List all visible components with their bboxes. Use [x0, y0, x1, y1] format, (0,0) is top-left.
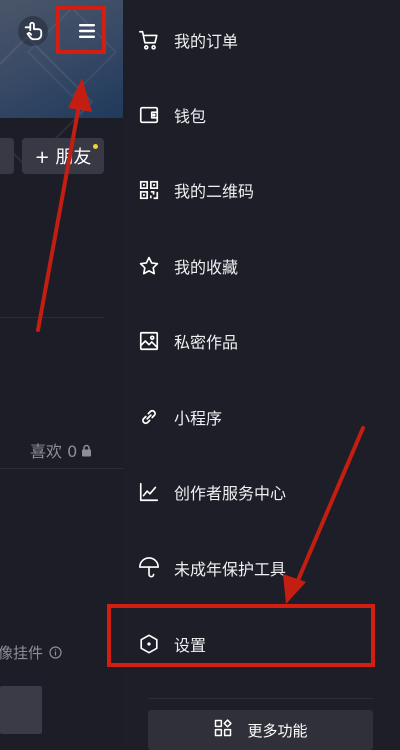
info-icon: [49, 646, 62, 659]
gesture-icon[interactable]: [18, 16, 48, 46]
content-thumbnail[interactable]: [0, 686, 42, 734]
mini-program-link-icon: [138, 406, 160, 428]
menu-item-label: 私密作品: [174, 333, 239, 352]
chart-icon: [138, 481, 160, 503]
menu-item-label: 我的订单: [174, 32, 239, 51]
divider: [0, 317, 104, 318]
add-friend-button[interactable]: + 朋友: [22, 138, 104, 174]
likes-tab[interactable]: 喜欢 0: [30, 438, 92, 462]
divider: [0, 468, 123, 469]
menu-item-label: 我的收藏: [174, 258, 239, 277]
menu-item-wallet[interactable]: 钱包: [138, 95, 388, 135]
menu-item-creator-center[interactable]: 创作者服务中心: [138, 472, 388, 512]
menu-item-qr-code[interactable]: 我的二维码: [138, 170, 388, 210]
profile-background-pane: + 朋友 喜欢 0 像挂件: [0, 0, 123, 745]
menu-item-minor-protection[interactable]: 未成年保护工具: [138, 548, 388, 588]
menu-item-label: 创作者服务中心: [174, 484, 287, 503]
star-icon: [138, 255, 160, 277]
lock-icon: [82, 444, 92, 456]
menu-item-mini-programs[interactable]: 小程序: [138, 397, 388, 437]
private-image-icon: [138, 330, 160, 352]
qr-code-icon: [138, 179, 160, 201]
edit-profile-button[interactable]: [0, 138, 14, 174]
grid-icon: [213, 718, 233, 742]
wallet-icon: [138, 104, 160, 126]
menu-item-private-works[interactable]: 私密作品: [138, 321, 388, 361]
menu-button-highlight-box: [56, 6, 106, 54]
likes-label: 喜欢 0: [30, 442, 78, 461]
widget-label: 像挂件: [0, 644, 44, 662]
widget-setting[interactable]: 像挂件: [0, 642, 62, 663]
add-friend-label: + 朋友: [34, 147, 92, 168]
menu-item-label: 未成年保护工具: [174, 560, 287, 579]
umbrella-icon: [138, 557, 160, 579]
menu-item-label: 我的二维码: [174, 182, 255, 201]
cart-icon: [138, 29, 160, 51]
settings-highlight-box: [107, 604, 375, 667]
menu-item-label: 小程序: [174, 409, 223, 428]
menu-item-orders[interactable]: 我的订单: [138, 20, 388, 60]
menu-item-label: 钱包: [174, 107, 207, 126]
notification-dot: [93, 144, 98, 149]
menu-item-favorites[interactable]: 我的收藏: [138, 246, 388, 286]
more-features-button[interactable]: 更多功能: [148, 710, 373, 750]
more-features-label: 更多功能: [247, 721, 308, 740]
divider: [148, 698, 374, 699]
